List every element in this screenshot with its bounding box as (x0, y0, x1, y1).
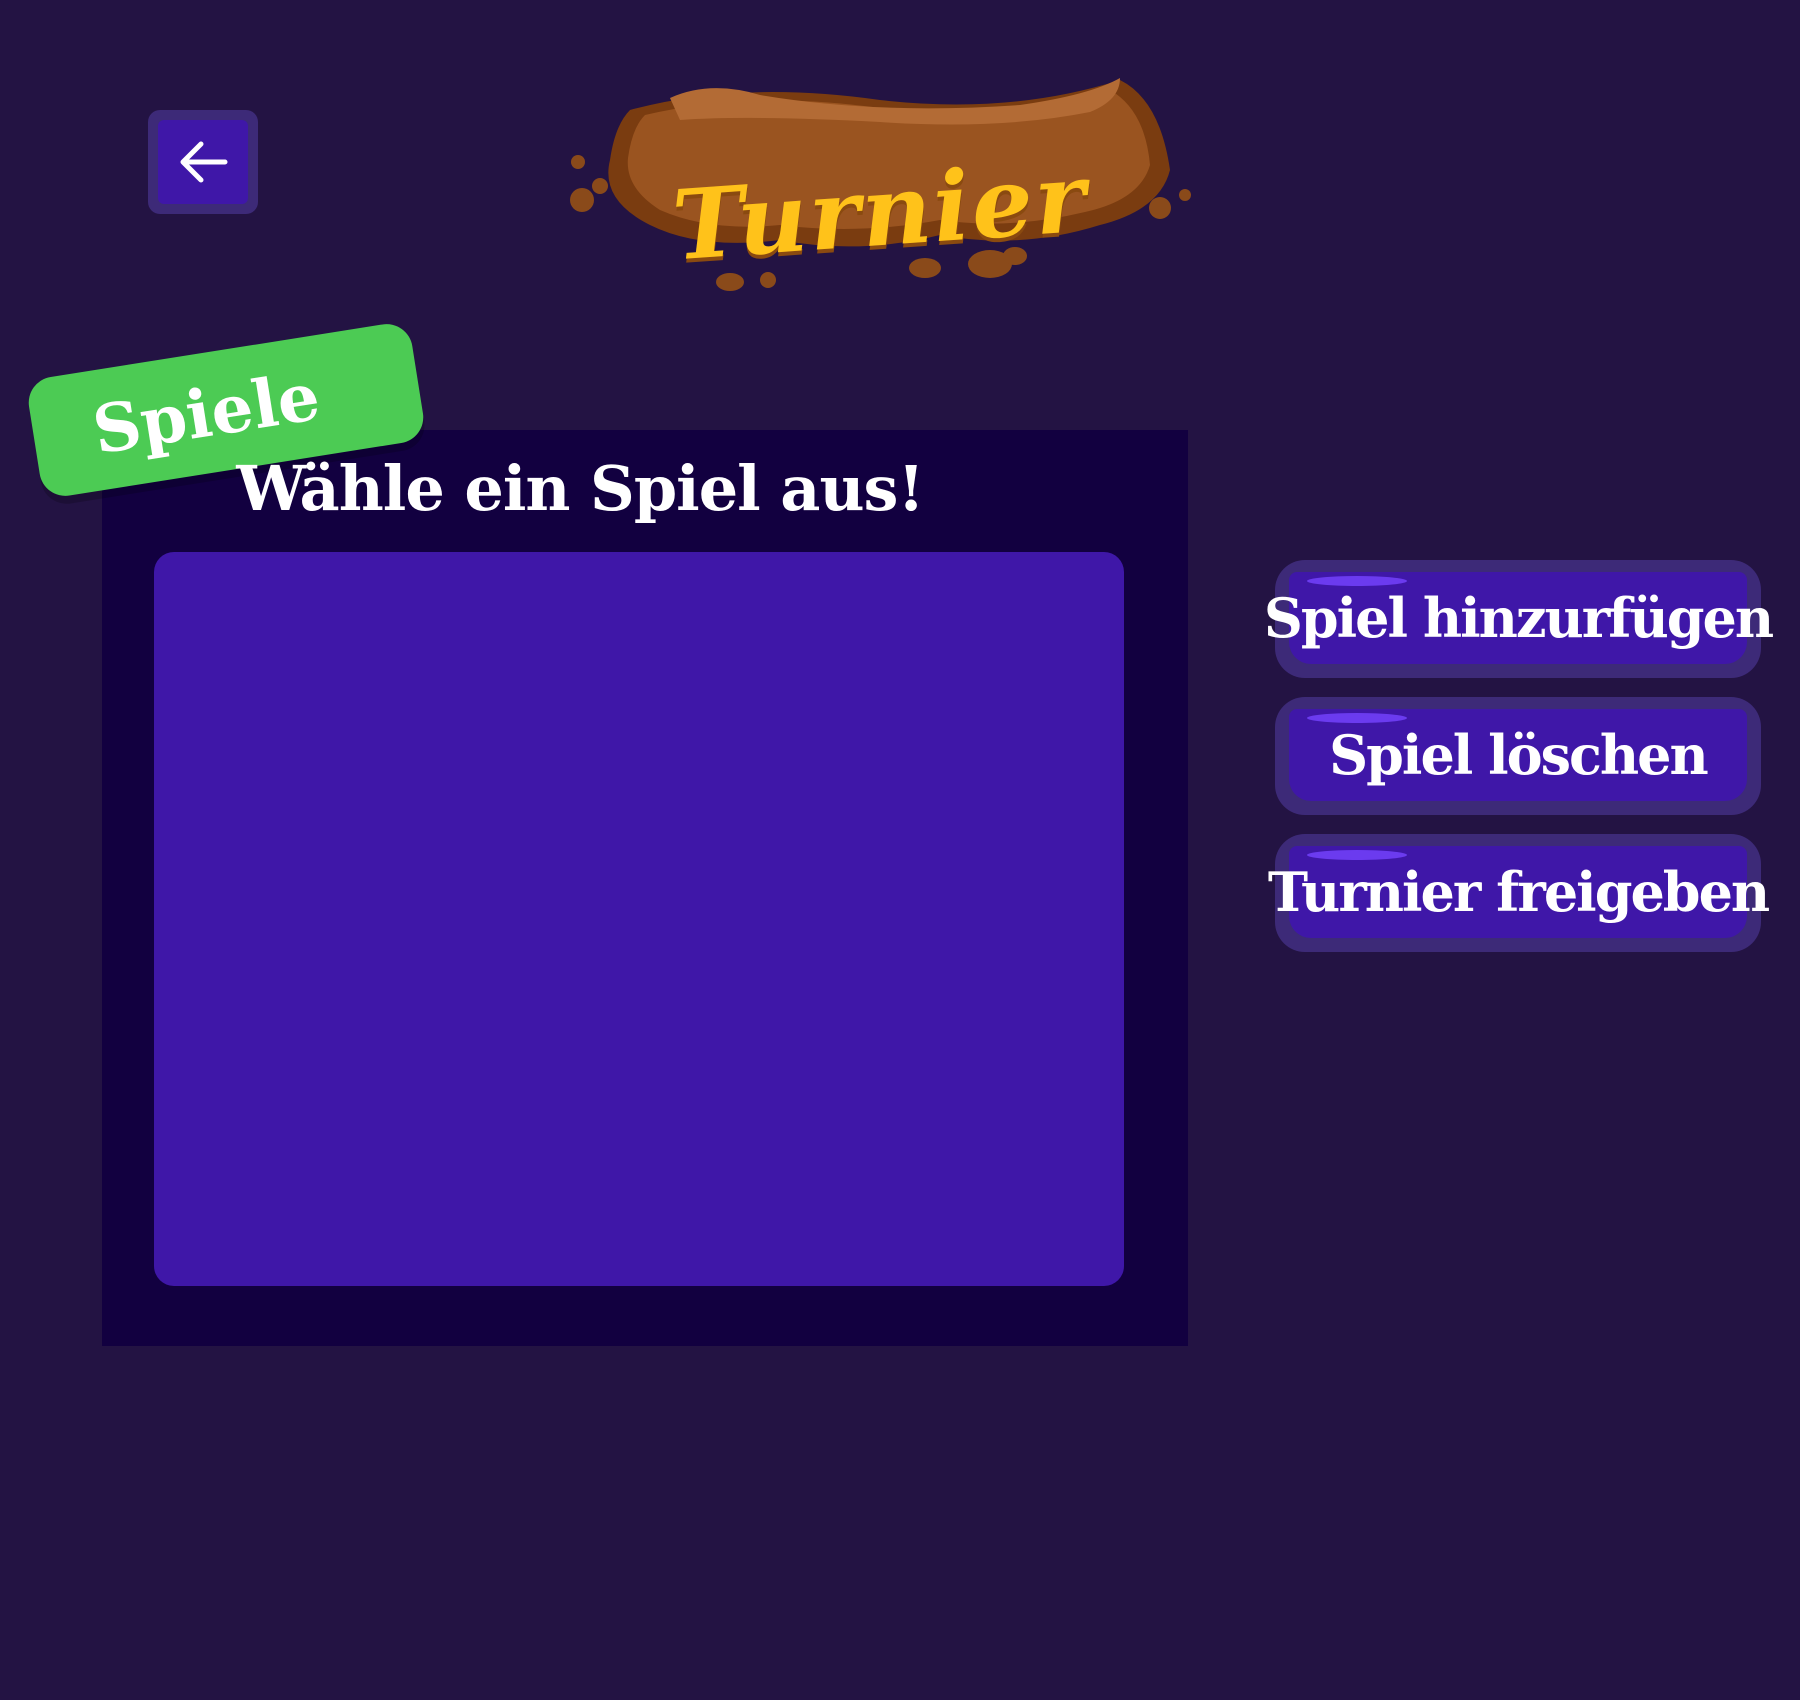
delete-game-button[interactable]: Spiel löschen (1275, 697, 1761, 815)
arrow-left-icon (180, 141, 228, 183)
share-tournament-button-face[interactable]: Turnier freigeben (1268, 846, 1770, 938)
games-heading: Wähle ein Spiel aus! (236, 452, 924, 525)
delete-game-button-label: Spiel löschen (1329, 723, 1709, 787)
title-banner: Turnier (560, 60, 1200, 300)
button-shine (1307, 576, 1407, 586)
back-button[interactable] (148, 110, 258, 214)
share-tournament-button-label: Turnier freigeben (1267, 860, 1770, 924)
back-button-face[interactable] (158, 120, 248, 204)
games-list[interactable] (154, 552, 1124, 1286)
button-shine (1307, 850, 1407, 860)
button-shine (1307, 713, 1407, 723)
delete-game-button-face[interactable]: Spiel löschen (1289, 709, 1747, 801)
add-game-button-label: Spiel hinzurfügen (1263, 586, 1774, 650)
add-game-button-face[interactable]: Spiel hinzurfügen (1264, 572, 1774, 664)
share-tournament-button[interactable]: Turnier freigeben (1268, 834, 1770, 952)
add-game-button[interactable]: Spiel hinzurfügen (1264, 560, 1774, 678)
